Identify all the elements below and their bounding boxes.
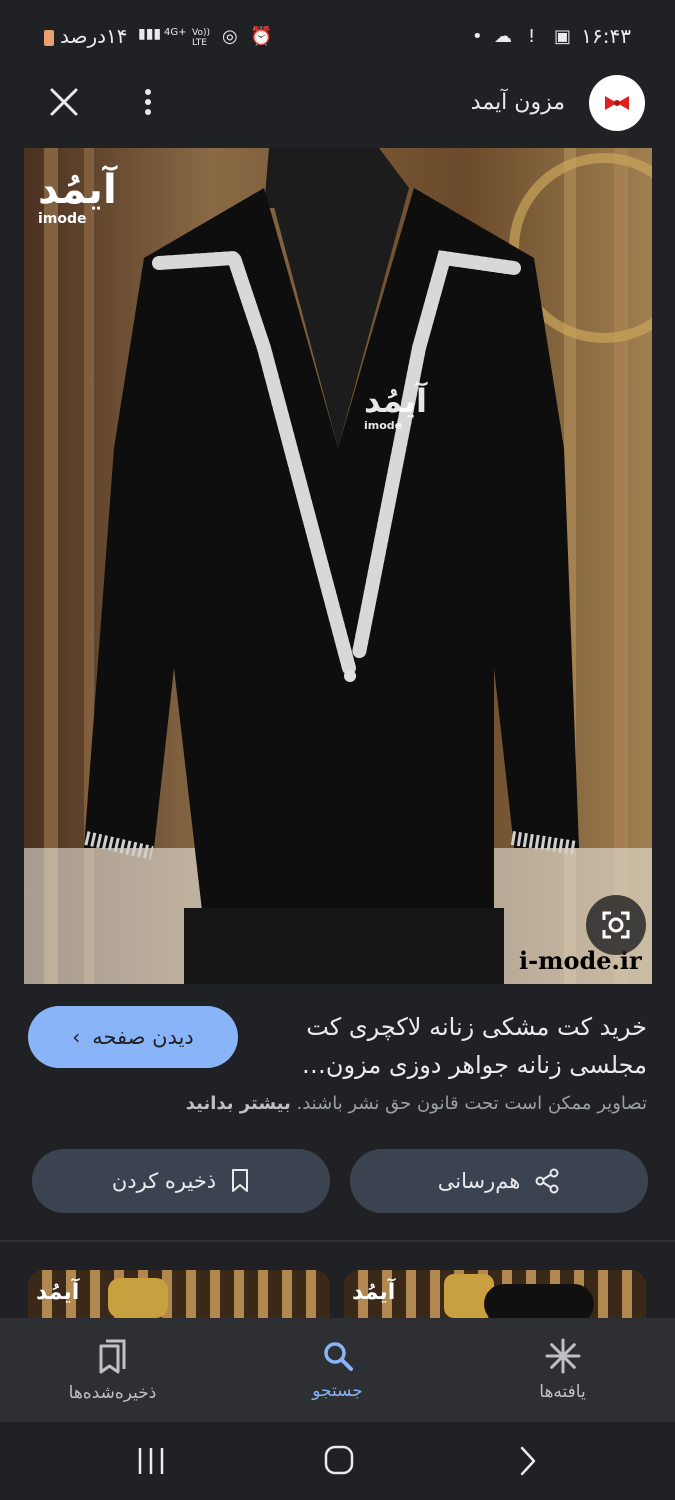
save-label: ذخیره کردن — [111, 1169, 217, 1193]
site-favicon[interactable] — [589, 75, 645, 131]
back-icon[interactable] — [516, 1444, 540, 1478]
lens-icon — [602, 911, 630, 939]
status-bar: ۱۶:۴۳ ▣ ! ☁ • ۱۴درصد ▮▮▮ 4G+ Vo)) LTE ◎ … — [0, 0, 675, 70]
nav-saved[interactable]: ذخیره‌شده‌ها — [0, 1318, 225, 1422]
signal-icon: ▮▮▮ — [138, 26, 162, 42]
brand-watermark-sub: imode — [38, 211, 87, 227]
more-options-button[interactable] — [136, 82, 160, 122]
brand-watermark-text: آیمُد — [38, 167, 117, 213]
share-label: هم‌رسانی — [437, 1169, 521, 1193]
close-icon — [50, 88, 78, 116]
app-header: مزون آیمد — [0, 70, 675, 148]
share-button[interactable]: هم‌رسانی — [350, 1149, 648, 1213]
cloud-notification-icon: ☁ — [494, 26, 512, 47]
bookmark-icon — [232, 1169, 249, 1192]
battery-icon — [44, 30, 54, 46]
gallery-notification-icon: ▣ — [554, 26, 572, 47]
collections-icon — [99, 1339, 125, 1374]
home-icon[interactable] — [322, 1442, 356, 1478]
alert-notification-icon: ! — [528, 26, 536, 47]
related-image-2[interactable]: آیمُد — [344, 1270, 646, 1318]
more-vert-icon — [145, 89, 151, 115]
system-navigation-bar — [0, 1422, 675, 1500]
battery-text: ۱۴درصد — [60, 24, 128, 48]
related-image-2-watermark: آیمُد — [352, 1280, 396, 1305]
chevron-left-icon: ‹ — [72, 1025, 81, 1049]
nav-search[interactable]: جستجو — [225, 1318, 450, 1422]
visit-page-label: دیدن صفحه — [92, 1025, 194, 1049]
center-watermark: آیمُد imode — [364, 383, 427, 432]
brand-watermark: آیمُد imode — [38, 168, 117, 226]
center-watermark-text: آیمُد — [364, 382, 427, 420]
nav-saved-label: ذخیره‌شده‌ها — [68, 1383, 157, 1403]
center-watermark-sub: imode — [364, 419, 403, 432]
copyright-text: تصاویر ممکن است تحت قانون حق نشر باشند. — [296, 1093, 647, 1114]
hotspot-icon: ◎ — [222, 26, 238, 47]
nav-search-label: جستجو — [312, 1381, 363, 1401]
related-image-1[interactable]: آیمُد — [28, 1270, 330, 1318]
save-button[interactable]: ذخیره کردن — [32, 1149, 330, 1213]
dot-indicator-icon: • — [472, 26, 483, 47]
section-divider — [0, 1240, 675, 1242]
share-icon — [535, 1168, 559, 1194]
close-button[interactable] — [44, 82, 84, 122]
copyright-notice: تصاویر ممکن است تحت قانون حق نشر باشند. … — [186, 1093, 647, 1114]
related-image-1-watermark: آیمُد — [36, 1280, 80, 1305]
search-icon — [323, 1342, 353, 1371]
lens-search-button[interactable] — [586, 895, 646, 955]
recents-icon[interactable] — [136, 1444, 166, 1478]
result-image[interactable]: آیمُد imode آیمُد imode — [24, 148, 652, 984]
bow-icon — [605, 96, 629, 110]
alarm-icon: ⏰ — [250, 26, 273, 47]
jacket-photo — [24, 148, 652, 984]
result-title[interactable]: خرید کت مشکی زنانه لاکچری کت مجلسی زنانه… — [257, 1008, 647, 1084]
visit-page-button[interactable]: ‹ دیدن صفحه — [28, 1006, 238, 1068]
clock: ۱۶:۴۳ — [581, 24, 631, 48]
asterisk-icon — [545, 1338, 580, 1374]
nav-discover-label: یافته‌ها — [539, 1382, 586, 1402]
site-name[interactable]: مزون آیمد — [471, 90, 565, 115]
bottom-navigation: ذخیره‌شده‌ها جستجو یافته‌ها — [0, 1318, 675, 1422]
volte-indicator: Vo)) LTE — [192, 28, 210, 48]
network-type: 4G+ — [164, 27, 187, 38]
learn-more-link[interactable]: بیشتر بدانید — [186, 1093, 291, 1114]
nav-discover[interactable]: یافته‌ها — [450, 1318, 675, 1422]
